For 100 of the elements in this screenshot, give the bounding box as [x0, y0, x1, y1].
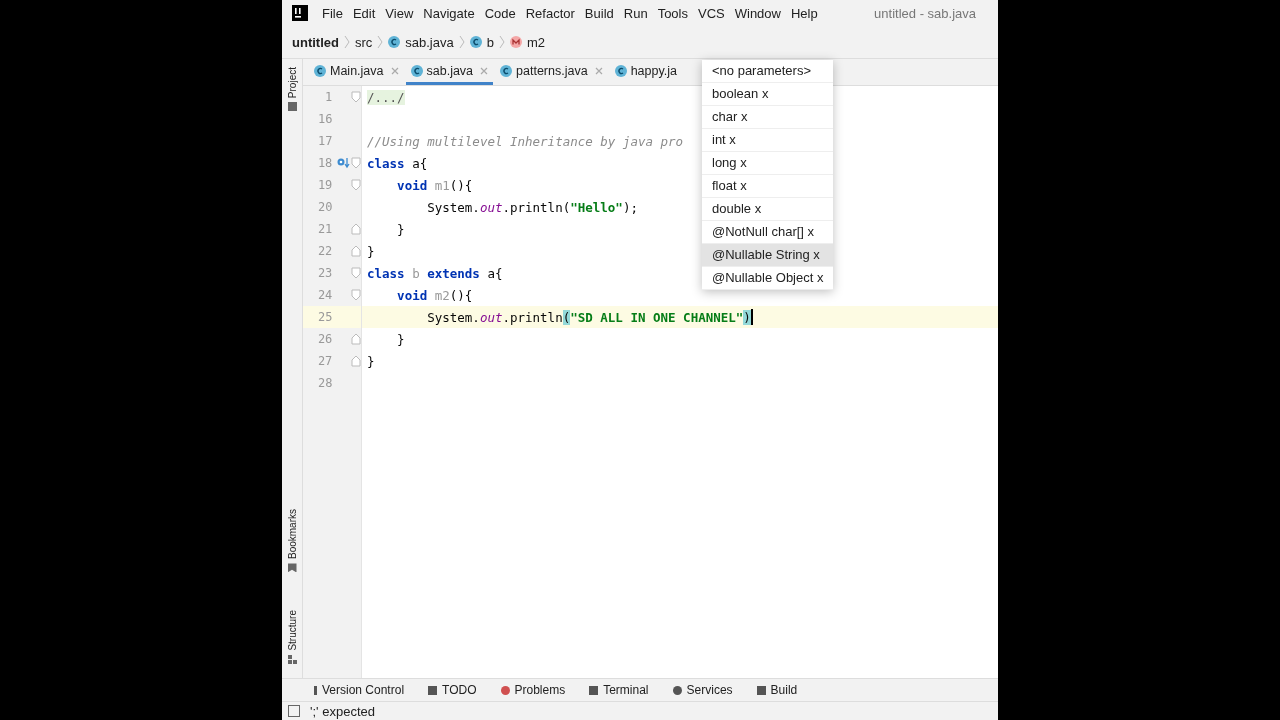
override-marker-icon[interactable] — [336, 156, 351, 170]
fold-end-icon[interactable] — [351, 333, 361, 345]
menu-item[interactable]: Window — [734, 5, 781, 21]
menu-item[interactable]: Build — [584, 5, 614, 21]
parameter-option[interactable]: long x — [702, 152, 833, 175]
close-icon[interactable] — [390, 66, 399, 75]
tool-window-button[interactable]: Services — [672, 683, 733, 697]
status-toggle-icon[interactable] — [288, 705, 300, 717]
menu-item[interactable]: File — [322, 5, 343, 21]
code-text: ); — [622, 199, 638, 215]
fold-start-icon[interactable] — [351, 179, 361, 191]
line-number: 25 — [317, 310, 333, 324]
code-text: (){ — [449, 287, 473, 303]
editor-tab[interactable]: Main.java — [309, 59, 404, 85]
string-literal: "Hello" — [570, 199, 623, 215]
line-number: 24 — [316, 288, 333, 302]
menu-item[interactable]: Code — [484, 5, 516, 21]
menu-item[interactable]: Refactor — [525, 5, 575, 21]
parameter-option[interactable]: double x — [702, 198, 833, 221]
menu-item[interactable]: Run — [623, 5, 648, 21]
parameter-option[interactable]: char x — [702, 106, 833, 129]
folded-code: /.../ — [367, 89, 405, 105]
line-number: 20 — [317, 200, 333, 214]
close-icon[interactable] — [594, 66, 603, 75]
line-number: 1 — [324, 90, 333, 104]
tool-window-button[interactable]: Terminal — [589, 683, 649, 697]
tool-window-button[interactable]: Bookmarks — [282, 509, 302, 573]
fold-start-icon[interactable] — [351, 157, 361, 169]
editor-tab[interactable]: patterns.java — [495, 59, 608, 85]
line-number: 21 — [316, 222, 333, 236]
menu-item[interactable]: Edit — [352, 5, 376, 21]
chevron-icon — [377, 35, 384, 49]
class-icon — [469, 36, 482, 48]
menu-item[interactable]: Navigate — [423, 5, 475, 21]
chevron-icon — [458, 35, 465, 49]
fold-start-icon[interactable] — [351, 289, 361, 301]
tool-window-button[interactable]: Version Control — [314, 683, 405, 697]
identifier: b — [412, 265, 421, 281]
line-number: 19 — [316, 178, 333, 192]
class-icon — [314, 64, 326, 77]
editor-tab[interactable]: happy.ja — [609, 59, 682, 85]
breadcrumb-item[interactable]: src — [354, 34, 373, 50]
line-number: 27 — [316, 354, 333, 368]
code-text: a{ — [487, 265, 503, 281]
parameter-option[interactable]: boolean x — [702, 83, 833, 106]
identifier: m2 — [434, 287, 450, 303]
keyword: void — [396, 177, 429, 193]
fold-end-icon[interactable] — [351, 355, 361, 367]
code-comment: //Using multilevel Inheritance by java pro — [367, 133, 684, 149]
tool-window-button[interactable]: Build — [756, 683, 798, 697]
menu-item[interactable]: Tools — [657, 5, 688, 21]
method-icon — [509, 36, 522, 48]
menu-item[interactable]: Help — [790, 5, 818, 21]
chevron-icon — [498, 35, 505, 49]
breadcrumb-item[interactable]: m2 — [526, 34, 545, 50]
window-title: untitled - sab.java — [874, 5, 976, 21]
tool-window-button[interactable]: Problems — [500, 683, 566, 697]
field-name: out — [479, 199, 503, 215]
fold-end-icon[interactable] — [351, 245, 361, 257]
parameter-option[interactable]: float x — [702, 175, 833, 198]
breadcrumb-item[interactable]: untitled — [292, 34, 339, 50]
keyword: class — [367, 265, 406, 281]
line-number: 22 — [316, 244, 333, 258]
fold-start-icon[interactable] — [351, 91, 361, 103]
code-text: System. — [426, 199, 480, 215]
line-number: 23 — [316, 266, 333, 280]
code-text: } — [367, 243, 375, 259]
chevron-icon — [343, 35, 350, 49]
code-text: } — [396, 331, 405, 347]
code-text: (){ — [449, 177, 473, 193]
tool-window-button[interactable]: TODO — [428, 683, 477, 697]
breadcrumb-item[interactable]: b — [486, 34, 494, 50]
fold-end-icon[interactable] — [351, 223, 361, 235]
menu-item[interactable]: VCS — [698, 5, 725, 21]
line-number: 18 — [316, 156, 333, 170]
code-text: System. — [426, 309, 480, 325]
line-number: 28 — [317, 376, 333, 390]
tool-window-button[interactable]: Structure — [282, 610, 302, 664]
breadcrumb-item[interactable]: sab.java — [405, 34, 454, 50]
tool-window-button[interactable]: Project — [282, 67, 302, 112]
line-number: 26 — [316, 332, 333, 346]
class-icon — [500, 64, 513, 77]
close-icon[interactable] — [480, 66, 489, 75]
line-number: 17 — [317, 134, 333, 148]
parameter-option[interactable]: @Nullable Object x — [702, 267, 833, 290]
text-cursor — [750, 309, 753, 325]
fold-start-icon[interactable] — [351, 267, 361, 279]
parameter-option[interactable]: @Nullable String x — [702, 244, 833, 267]
parameter-option[interactable]: <no parameters> — [702, 60, 833, 83]
keyword: extends — [427, 265, 481, 281]
matched-parenthesis: ( — [562, 309, 571, 325]
class-icon — [410, 64, 423, 77]
string-literal: "SD ALL IN ONE CHANNEL" — [570, 309, 744, 325]
code-text: .println — [502, 309, 563, 325]
parameter-option[interactable]: int x — [702, 129, 833, 152]
keyword: class — [367, 155, 406, 171]
keyword: void — [396, 287, 429, 303]
line-number: 16 — [317, 112, 333, 126]
code-text: a{ — [412, 155, 428, 171]
menu-item[interactable]: View — [385, 5, 414, 21]
